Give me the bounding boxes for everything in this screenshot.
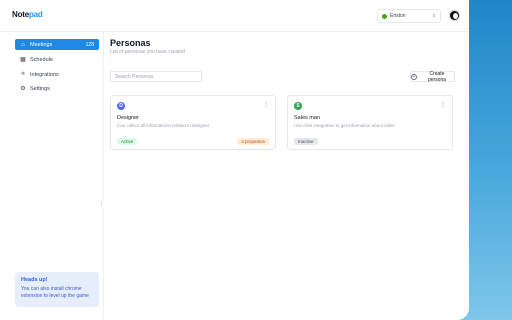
persona-card[interactable]: S ⋮ Sales man Use clink integration to g… [287,95,453,150]
sidebar-item-meetings[interactable]: ⌂ Meetings 128 [15,39,99,50]
sidebar-item-schedule[interactable]: ▦ Schedule [15,54,99,65]
more-vertical-icon[interactable]: ⋮ [440,102,446,108]
persona-description: Can collect all informations related to … [117,123,210,128]
logo-accent-text: pad [28,10,43,19]
sidebar-item-settings[interactable]: ⚙ Settings [15,83,99,94]
tip-body: You can also install chrome extension to… [21,286,89,300]
user-avatar[interactable] [449,10,460,21]
status-badge: Inactive [294,138,318,145]
sidebar-item-label: Schedule [30,56,53,63]
sidebar-item-label: Meetings [30,41,53,48]
more-vertical-icon[interactable]: ⋮ [263,102,269,108]
top-bar: Notepad Eriston ⇕ [0,0,469,32]
sidebar-item-label: Integrations [30,71,59,78]
persona-name: Sales man [294,115,320,121]
sidebar-item-integrations[interactable]: ⟡ Integrations [15,69,99,80]
workspace-selector[interactable]: Eriston ⇕ [377,9,441,23]
page-subtitle: List of personas you have created [110,49,186,55]
tip-title: Heads up! [21,277,48,283]
home-icon: ⌂ [21,41,25,48]
logo-text: Note [12,10,29,19]
persona-avatar: D [117,102,125,110]
persona-name: Designer [117,115,140,121]
sidebar-collapse-icon[interactable]: ⁞ [101,201,105,209]
properties-badge: 3 properties [237,138,269,145]
sidebar: ⌂ Meetings 128 ▦ Schedule ⟡ Integrations… [0,32,105,320]
workspace-name: Eriston [390,13,406,19]
persona-description: Use clink integration to get information… [294,123,395,128]
persona-avatar: S [294,102,302,110]
app-window: Notepad Eriston ⇕ ⌂ Meetings 128 ▦ Sched… [0,0,469,320]
sidebar-item-label: Settings [30,85,50,92]
search-input[interactable] [110,71,202,82]
persona-card[interactable]: D ⋮ Designer Can collect all information… [110,95,276,150]
page-title: Personas [110,38,151,48]
create-persona-label: Create persona [427,70,447,83]
calendar-icon: ▦ [20,57,26,63]
plug-icon: ⟡ [21,71,25,77]
status-badge: Active [117,138,138,145]
create-persona-button[interactable]: + Create persona [410,70,455,83]
chevron-updown-icon: ⇕ [431,13,436,19]
app-logo[interactable]: Notepad [12,10,43,19]
meetings-count-badge: 128 [85,41,94,48]
tip-card: Heads up! You can also install chrome ex… [15,272,99,307]
plus-icon: + [411,73,417,80]
workspace-color-dot [382,13,387,19]
gear-icon: ⚙ [20,86,26,92]
